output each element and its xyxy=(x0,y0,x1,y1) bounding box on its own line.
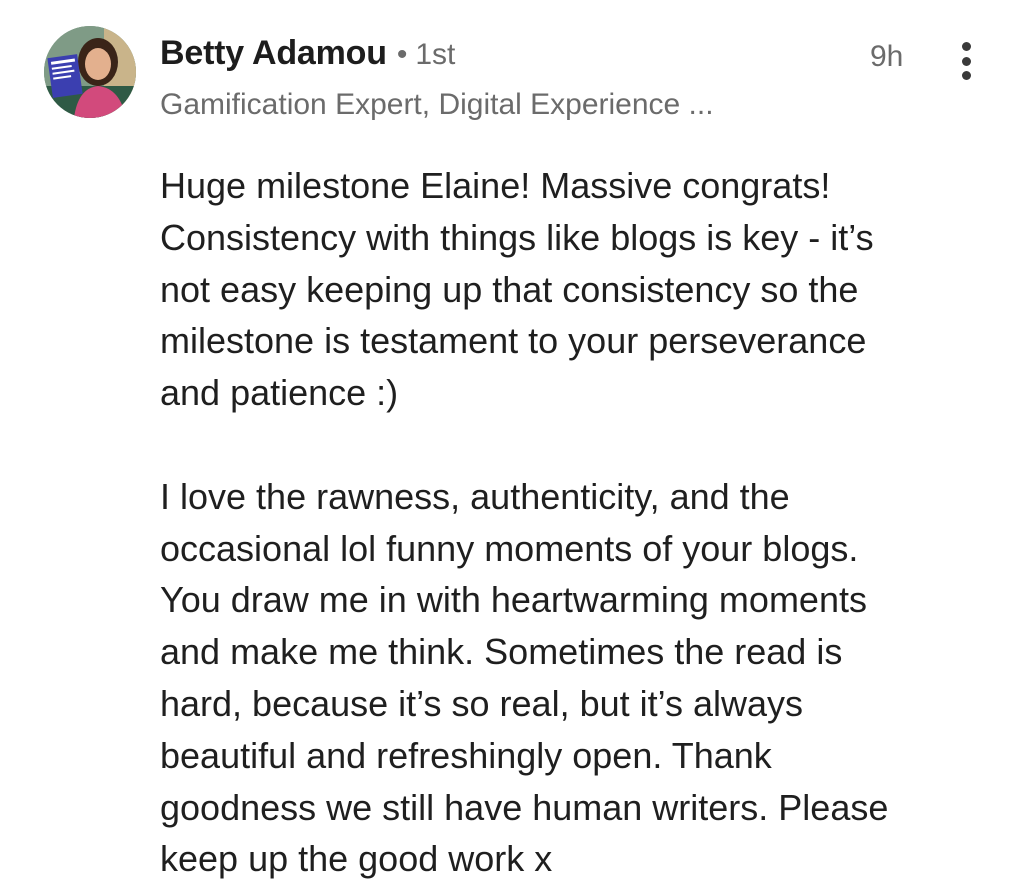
comment-line: hard, because it’s so real, but it’s alw… xyxy=(160,682,804,724)
avatar-photo xyxy=(44,26,136,118)
connection-degree: 1st xyxy=(415,38,456,71)
author-name[interactable]: Betty Adamou xyxy=(160,34,387,73)
comment-line: milestone is testament to your persevera… xyxy=(160,320,867,362)
author-headline[interactable]: Gamification Expert, Digital Experience … xyxy=(160,88,714,122)
comment-paragraph: Huge milestone Elaine! Massive congrats!… xyxy=(160,160,980,419)
comment-line: and patience :) xyxy=(160,372,399,414)
comment-line: beautiful and refreshingly open. Thank xyxy=(160,734,772,776)
comment-line: You draw me in with heartwarming moments xyxy=(160,579,867,621)
comment-line: goodness we still have human writers. Pl… xyxy=(160,786,889,828)
comment-line: not easy keeping up that consistency so … xyxy=(160,268,859,310)
comment-line: Consistency with things like blogs is ke… xyxy=(160,216,874,258)
more-vertical-icon xyxy=(961,42,971,51)
more-options-button[interactable] xyxy=(944,38,988,84)
comment-line: occasional lol funny moments of your blo… xyxy=(160,527,859,569)
comment-card: Betty Adamou • 1st Gamification Expert, … xyxy=(0,0,1024,896)
author-avatar[interactable] xyxy=(44,26,136,118)
more-vertical-icon-dot xyxy=(961,56,971,66)
comment-body: Huge milestone Elaine! Massive congrats!… xyxy=(160,160,980,885)
more-vertical-icon-dot xyxy=(961,71,971,80)
comment-line: Huge milestone Elaine! Massive congrats! xyxy=(160,165,831,206)
author-line: Betty Adamou • 1st xyxy=(160,34,455,84)
degree-separator: • xyxy=(396,38,408,71)
comment-line: keep up the good work x xyxy=(160,838,553,880)
comment-paragraph: I love the rawness, authenticity, and th… xyxy=(160,471,980,885)
comment-line: and make me think. Sometimes the read is xyxy=(160,631,843,673)
comment-timestamp: 9h xyxy=(870,40,904,73)
comment-line: I love the rawness, authenticity, and th… xyxy=(160,475,790,517)
